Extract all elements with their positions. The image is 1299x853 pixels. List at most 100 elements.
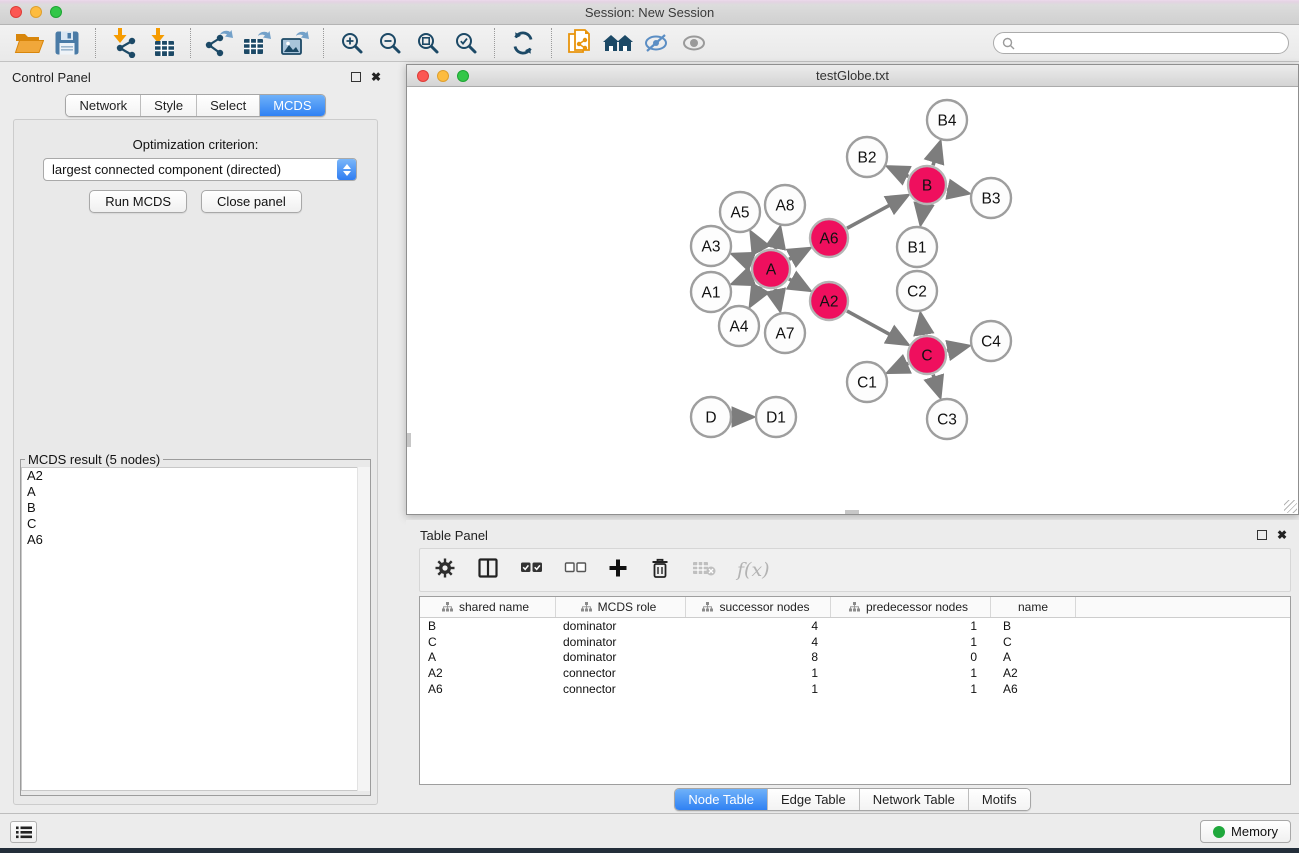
graph-edge-C-C1[interactable] [890,363,909,371]
table-cell[interactable]: C [991,635,1076,649]
graph-edge-A2-C[interactable] [847,311,906,344]
table-cell[interactable]: B [420,619,556,633]
zoom-selected-icon[interactable] [450,27,482,59]
function-builder-icon[interactable]: f(x) [737,559,770,581]
table-cell[interactable]: A2 [991,666,1076,680]
table-row[interactable]: Cdominator41C [420,634,1290,650]
mcds-list-scrollbar[interactable] [357,467,370,791]
first-neighbors-icon[interactable] [602,27,634,59]
graph-edge-A-A8[interactable] [775,229,779,249]
graph-edge-B-B1[interactable] [921,205,924,222]
delete-table-icon[interactable] [692,559,716,582]
import-network-icon[interactable] [108,27,140,59]
column-header-successor-nodes[interactable]: successor nodes [686,597,831,617]
table-cell[interactable]: A [420,650,556,664]
column-header-mcds-role[interactable]: MCDS role [556,597,686,617]
graph-edge-A-A3[interactable] [734,255,752,262]
table-row[interactable]: Adominator80A [420,650,1290,666]
run-mcds-button[interactable]: Run MCDS [89,190,187,213]
table-cell[interactable]: 1 [831,619,991,633]
column-header-name[interactable]: name [991,597,1076,617]
show-columns-icon[interactable] [477,557,499,584]
table-cell[interactable]: 1 [831,635,991,649]
close-table-panel-icon[interactable]: ✖ [1277,528,1287,542]
graph-edge-A-A6[interactable] [789,249,808,259]
canvas-vertical-scroll-thumb[interactable] [407,433,411,447]
zoom-in-icon[interactable] [336,27,368,59]
graph-edge-C-C4[interactable] [947,346,967,350]
table-cell[interactable]: 4 [686,635,831,649]
deselect-all-icon[interactable] [564,559,587,581]
canvas-horizontal-scroll-thumb[interactable] [845,510,859,514]
tab-mcds[interactable]: MCDS [260,95,324,116]
table-cell[interactable]: dominator [556,619,686,633]
tab-network[interactable]: Network [66,95,141,116]
mcds-result-item[interactable]: A2 [22,468,369,484]
search-input[interactable] [1015,34,1288,52]
table-cell[interactable]: A6 [991,682,1076,696]
tab-style[interactable]: Style [141,95,197,116]
table-cell[interactable]: A [991,650,1076,664]
table-row[interactable]: A6connector11A6 [420,681,1290,697]
table-cell[interactable]: connector [556,666,686,680]
mcds-result-item[interactable]: A6 [22,532,369,548]
graph-edge-B-B4[interactable] [933,144,940,166]
graph-edge-A-A5[interactable] [752,234,761,251]
table-cell[interactable]: A2 [420,666,556,680]
refresh-icon[interactable] [507,27,539,59]
tab-node-table[interactable]: Node Table [675,789,768,810]
show-graphics-details-icon[interactable] [678,27,710,59]
table-cell[interactable]: connector [556,682,686,696]
table-row[interactable]: Bdominator41B [420,618,1290,634]
table-cell[interactable]: A6 [420,682,556,696]
open-file-icon[interactable] [13,27,45,59]
table-cell[interactable]: dominator [556,650,686,664]
save-session-icon[interactable] [51,27,83,59]
export-network-icon[interactable] [203,27,235,59]
table-row[interactable]: A2connector11A2 [420,665,1290,681]
graph-edge-C-C2[interactable] [921,316,924,335]
column-header-shared-name[interactable]: shared name [420,597,556,617]
graph-edge-A-A2[interactable] [789,279,808,290]
graph-edge-B-B3[interactable] [947,189,966,193]
import-table-icon[interactable] [146,27,178,59]
table-cell[interactable]: 1 [686,666,831,680]
table-cell[interactable]: B [991,619,1076,633]
float-table-panel-icon[interactable] [1257,530,1267,540]
table-cell[interactable]: C [420,635,556,649]
table-cell[interactable]: 1 [831,682,991,696]
export-image-icon[interactable] [279,27,311,59]
table-cell[interactable]: 8 [686,650,831,664]
graph-edge-A-A7[interactable] [775,289,779,309]
window-resize-grip[interactable] [1284,500,1297,513]
table-cell[interactable]: 1 [831,666,991,680]
graph-edge-A6-B[interactable] [847,196,906,228]
add-column-icon[interactable] [608,558,628,583]
hide-graphics-details-icon[interactable] [640,27,672,59]
mcds-result-item[interactable]: B [22,500,369,516]
table-cell[interactable]: 1 [686,682,831,696]
mcds-result-item[interactable]: A [22,484,369,500]
search-field[interactable] [993,32,1289,54]
show-task-history-button[interactable] [10,821,37,843]
zoom-out-icon[interactable] [374,27,406,59]
tab-edge-table[interactable]: Edge Table [768,789,860,810]
graph-edge-A-A4[interactable] [751,287,761,304]
optimization-criterion-select[interactable]: largest connected component (directed) [43,158,357,181]
select-all-icon[interactable] [520,559,543,581]
tab-select[interactable]: Select [197,95,260,116]
export-table-icon[interactable] [241,27,273,59]
network-window-titlebar[interactable]: testGlobe.txt [407,65,1298,87]
graph-edge-C-C3[interactable] [933,375,939,396]
table-cell[interactable]: 0 [831,650,991,664]
mcds-result-item[interactable]: C [22,516,369,532]
network-canvas[interactable]: B4B2BB3A8A5A6A3B1AA1C2A2A4A7C4CC1C3DD1 [407,87,1298,514]
table-cell[interactable]: dominator [556,635,686,649]
graph-edge-A-A1[interactable] [734,276,752,283]
delete-column-icon[interactable] [649,557,671,584]
float-panel-icon[interactable] [351,72,361,82]
new-network-from-selection-icon[interactable] [564,27,596,59]
settings-gear-icon[interactable] [434,557,456,584]
tab-motifs[interactable]: Motifs [969,789,1030,810]
close-panel-button[interactable]: Close panel [201,190,302,213]
